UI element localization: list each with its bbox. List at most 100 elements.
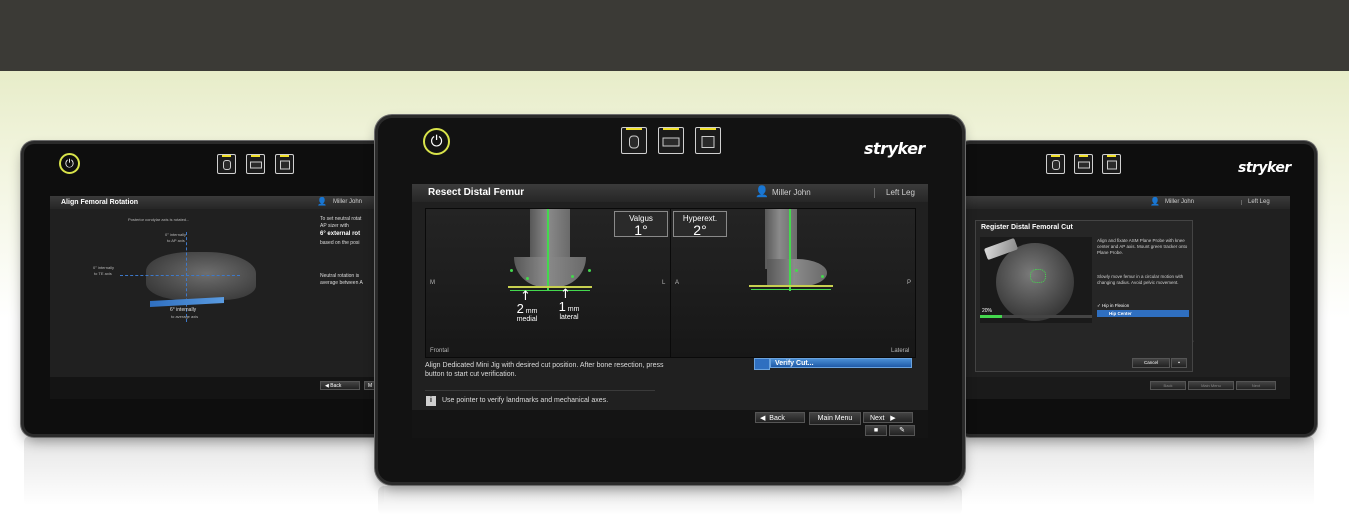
figure-label-a2: to AP axis [167,238,185,243]
center-tablet-reflection [378,486,962,515]
dialog-text-1: Align and fixate ASM Plane Probe with kn… [1097,238,1188,255]
lateral-measure: 1 mm lateral [554,300,584,322]
cancel-label: Cancel [1143,360,1158,365]
lateral-view-label: Lateral [891,348,910,354]
keyboard-icon[interactable] [246,154,265,174]
power-icon[interactable]: ⏻ [59,153,80,174]
lateral-unit: mm [567,306,580,313]
landmark-point [526,277,529,280]
verify-cut-label: Verify Cut... [775,360,814,367]
main-menu-label: Main Menu [817,415,853,422]
camera-icon: ■ [873,427,879,434]
verify-checkbox[interactable] [754,358,770,370]
posterior-side-label: P [907,280,912,286]
figure-label-c2: to average axis [171,314,199,319]
valgus-value: 1° [634,222,648,238]
title-separator [874,188,875,198]
medial-value: 2 [516,301,524,316]
right-back-button[interactable]: Back [1150,381,1186,390]
touch-icon[interactable] [1102,154,1121,174]
left-page-title: Align Femoral Rotation [61,199,138,206]
lateral-label: lateral [559,314,579,321]
right-next-button[interactable]: Next [1236,381,1276,390]
stryker-logo: stryker [1238,160,1291,176]
back-button[interactable]: ◀ Back [755,412,805,423]
chevron-right-icon: ▶ [890,415,896,422]
left-instruction-4: based on the posi [320,240,360,246]
next-button[interactable]: Next ▶ [863,412,913,423]
right-user-name: Miller John [1165,199,1195,205]
left-instruction-5: Neutral rotation is [320,273,360,279]
right-title-bar: 👤 Miller John Left Leg [960,196,1290,209]
dialog-title: Register Distal Femoral Cut [981,224,1073,231]
right-back-label: Back [1163,383,1173,388]
femur-condyle-lateral [767,259,827,287]
title-separator [1241,200,1242,205]
cut-plane-line [749,285,833,287]
touch-icon[interactable] [275,154,294,174]
main-menu-button[interactable]: Main Menu [809,412,861,425]
left-tablet-reflection [24,436,384,506]
next-label: Next [870,415,885,422]
user-icon: 👤 [317,197,327,206]
medial-unit: mm [525,308,538,315]
figure-label-a: 0° internally [165,232,186,237]
top-banner [0,0,1349,71]
landmark-point [571,275,574,278]
right-leg: Left Leg [1248,199,1270,205]
keyboard-icon[interactable] [1074,154,1093,174]
checkmark-icon: ✓ [1097,303,1101,308]
check2-label: Hip Center [1109,311,1132,316]
left-bottom-bar: ◀ Back M [50,377,384,399]
left-screen: Align Femoral Rotation 👤 Miller John Pos… [50,196,384,399]
right-tablet-reflection [960,436,1314,506]
anterior-side-label: A [675,280,680,286]
lateral-value: 1 [558,299,566,314]
left-instruction-3: 6° external rot [320,231,361,237]
center-tablet: ⏻ stryker Resect Distal Femur 👤 Miller J… [378,118,962,482]
hyperext-value: 2° [693,222,707,238]
cancel-button[interactable]: Cancel [1132,358,1170,368]
sphere-view: 20% [980,237,1092,323]
dialog-text-2: Slowly move femur in a circular motion w… [1097,274,1184,285]
touch-icon[interactable] [695,127,721,154]
left-instruction-1: To set neutral rotat [320,216,362,222]
center-bottom-bar: ◀ Back Main Menu Next ▶ ■ ✎ [412,410,928,438]
landmark-point [795,269,798,272]
point-cloud [1030,269,1046,283]
right-main-menu-button[interactable]: Main Menu [1188,381,1234,390]
left-instruction-6: average between A [320,280,363,286]
frontal-view-label: Frontal [430,348,449,354]
lateral-view-panel: Hyperext. 2° A P Lateral [670,208,916,358]
progress-fill [980,315,1003,318]
left-back-button[interactable]: ◀ Back [320,381,360,390]
mouse-icon[interactable] [1046,154,1065,174]
camera-button[interactable]: ■ [865,425,887,436]
medial-label: medial [516,316,538,323]
left-tablet: ⏻ Align Femoral Rotation 👤 Miller John P… [24,144,384,434]
landmark-point [588,269,591,272]
hint-text: Use pointer to verify landmarks and mech… [442,397,609,404]
medial-side-label: M [430,280,435,286]
camera-button[interactable]: ▪ [1171,358,1187,368]
user-name: Miller John [772,188,811,197]
center-screen: Resect Distal Femur 👤 Miller John Left L… [412,184,928,438]
hyperext-box: Hyperext. 2° [673,211,727,237]
check-hip-center[interactable]: Hip Center [1097,310,1189,317]
register-dialog: Register Distal Femoral Cut 20% Align an… [975,220,1193,372]
mouse-icon[interactable] [217,154,236,174]
frontal-view-panel: Valgus 1° ↑ ↑ 2 mm medial 1 mm lateral M… [425,208,671,358]
rotation-figure: Posterior condylar axis is rotated... 0°… [58,212,308,382]
jig-plane-line [751,289,831,290]
edit-button[interactable]: ✎ [889,425,915,436]
info-icon: i [426,396,436,406]
right-main-menu-label: Main Menu [1201,383,1221,388]
back-label: Back [769,415,785,422]
keyboard-icon[interactable] [658,127,684,154]
check-hip-flexion[interactable]: ✓ Hip in Flexion [1097,302,1189,309]
power-icon[interactable]: ⏻ [423,128,450,155]
hint-separator [425,390,655,391]
valgus-box: Valgus 1° [614,211,668,237]
verify-cut-button[interactable]: Verify Cut... [770,358,912,368]
mouse-icon[interactable] [621,127,647,154]
